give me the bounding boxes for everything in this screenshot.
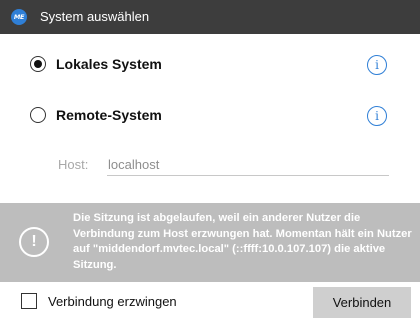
title-bar: ME System auswählen [0, 0, 420, 34]
session-warning-banner: ! Die Sitzung ist abgelaufen, weil ein a… [0, 203, 420, 282]
radio-dot-icon [34, 60, 42, 68]
window-title: System auswählen [40, 9, 150, 24]
app-logo-icon: ME [11, 9, 27, 25]
radio-local-selected[interactable] [30, 56, 46, 72]
warning-icon: ! [19, 227, 49, 257]
radio-option-local[interactable]: Lokales System [30, 53, 162, 75]
info-icon-local[interactable]: i [367, 55, 387, 75]
warning-message: Die Sitzung ist abgelaufen, weil ein and… [73, 212, 412, 271]
radio-remote-label[interactable]: Remote-System [56, 107, 162, 123]
radio-option-remote[interactable]: Remote-System [30, 104, 162, 126]
force-connection-label[interactable]: Verbindung erzwingen [48, 294, 177, 309]
radio-local-label[interactable]: Lokales System [56, 56, 162, 72]
connect-button[interactable]: Verbinden [313, 287, 411, 318]
radio-remote[interactable] [30, 107, 46, 123]
host-label: Host: [58, 157, 89, 172]
info-icon-remote[interactable]: i [367, 106, 387, 126]
force-connection-checkbox[interactable] [21, 293, 37, 309]
force-connection-option[interactable]: Verbindung erzwingen [21, 293, 177, 309]
host-input[interactable] [107, 153, 389, 176]
